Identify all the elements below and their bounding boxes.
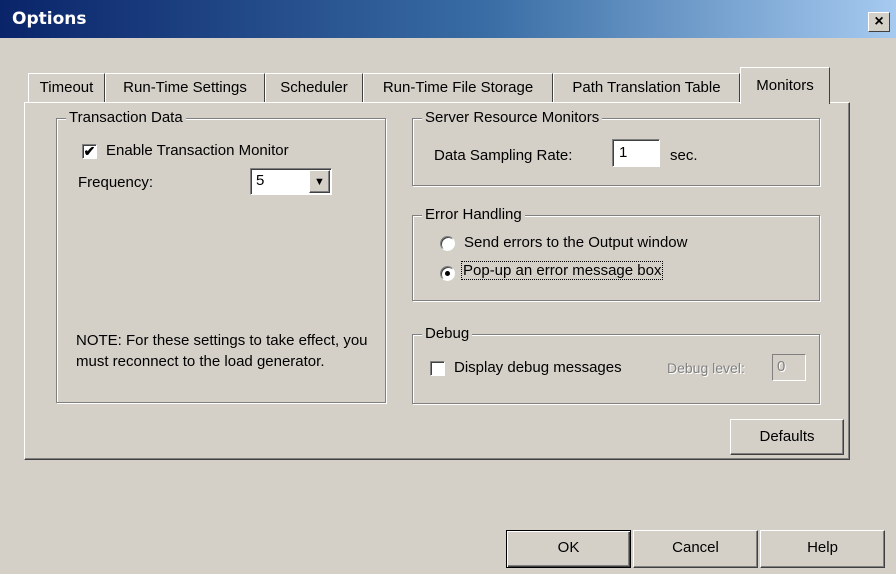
tab-scheduler[interactable]: Scheduler <box>265 73 363 103</box>
tab-label: Run-Time File Storage <box>382 79 534 96</box>
server-resource-monitors-title: Server Resource Monitors <box>422 109 603 126</box>
frequency-value: 5 <box>256 172 265 189</box>
ok-button[interactable]: OK <box>506 530 631 568</box>
data-sampling-rate-input[interactable]: 1 <box>612 139 660 167</box>
checkmark-icon: ✔ <box>83 143 96 159</box>
send-errors-output-label: Send errors to the Output window <box>464 234 688 251</box>
tab-path-translation-table[interactable]: Path Translation Table <box>553 73 740 103</box>
help-button[interactable]: Help <box>760 530 885 568</box>
tab-label: Timeout <box>39 79 94 96</box>
debug-title: Debug <box>422 325 473 342</box>
cancel-button[interactable]: Cancel <box>633 530 758 568</box>
debug-level-label: Debug level: <box>667 360 745 376</box>
tab-label: Scheduler <box>280 79 348 96</box>
rate-unit-label: sec. <box>670 147 698 164</box>
popup-error-box-label: Pop-up an error message box <box>460 261 664 280</box>
frequency-label: Frequency: <box>78 174 154 191</box>
tab-run-time-settings[interactable]: Run-Time Settings <box>105 73 265 103</box>
radio-selected-dot <box>445 271 450 276</box>
window-title: Options <box>12 9 87 29</box>
close-icon: × <box>874 13 884 30</box>
tab-timeout[interactable]: Timeout <box>28 73 105 103</box>
debug-level-value: 0 <box>777 358 786 375</box>
help-button-label: Help <box>807 539 838 556</box>
data-sampling-rate-label: Data Sampling Rate: <box>434 147 573 164</box>
dropdown-arrow-button[interactable]: ▼ <box>309 170 330 193</box>
tab-label: Monitors <box>756 77 814 94</box>
popup-error-box-radio[interactable] <box>440 266 455 281</box>
reconnect-note: NOTE: For these settings to take effect,… <box>76 332 368 370</box>
enable-transaction-monitor-checkbox[interactable]: ✔ <box>82 144 97 159</box>
defaults-button[interactable]: Defaults <box>730 419 844 455</box>
display-debug-messages-label: Display debug messages <box>454 359 622 376</box>
title-bar <box>0 0 896 38</box>
data-sampling-rate-value: 1 <box>619 144 628 161</box>
tab-monitors[interactable]: Monitors <box>740 67 830 104</box>
display-debug-messages-checkbox[interactable] <box>430 361 445 376</box>
cancel-button-label: Cancel <box>672 539 719 556</box>
tab-label: Run-Time Settings <box>123 79 247 96</box>
error-handling-group <box>412 215 820 301</box>
transaction-data-title: Transaction Data <box>66 109 186 126</box>
enable-transaction-monitor-label: Enable Transaction Monitor <box>106 142 289 159</box>
error-handling-title: Error Handling <box>422 206 525 223</box>
close-button[interactable]: × <box>868 12 890 32</box>
tab-label: Path Translation Table <box>572 79 721 96</box>
send-errors-output-radio[interactable] <box>440 236 455 251</box>
defaults-button-label: Defaults <box>759 428 815 445</box>
tab-run-time-file-storage[interactable]: Run-Time File Storage <box>363 73 553 103</box>
frequency-select[interactable]: 5 ▼ <box>250 168 332 195</box>
chevron-down-icon: ▼ <box>314 176 325 188</box>
debug-level-input: 0 <box>772 354 806 381</box>
ok-button-label: OK <box>557 539 580 556</box>
